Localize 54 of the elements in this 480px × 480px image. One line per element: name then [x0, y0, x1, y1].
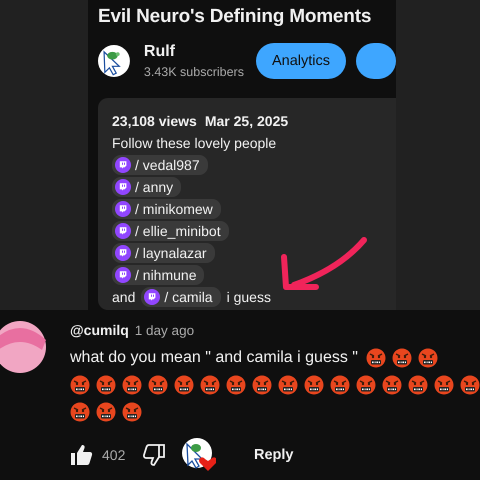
swearing-face-icon [434, 374, 454, 394]
channel-link[interactable]: / laynalazar [112, 243, 215, 263]
swearing-face-icon [70, 402, 90, 422]
subscriber-count: 3.43K subscribers [144, 65, 244, 79]
upload-date: Mar 25, 2025 [204, 113, 288, 129]
swearing-face-icon [122, 402, 142, 422]
twitch-icon [115, 201, 131, 217]
swearing-face-icon [174, 374, 194, 394]
twitch-icon [115, 157, 131, 173]
comment-time[interactable]: 1 day ago [134, 323, 194, 338]
analytics-button[interactable]: Analytics [256, 43, 346, 79]
swearing-face-icon [356, 374, 376, 394]
like-icon[interactable] [70, 443, 94, 467]
reply-button[interactable]: Reply [242, 441, 306, 469]
swearing-face-icon [382, 374, 402, 394]
channel-link[interactable]: / vedal987 [112, 155, 208, 175]
channel-link[interactable]: / nihmune [112, 265, 204, 285]
like-count: 402 [102, 447, 126, 463]
description-text: Follow these lovely people [112, 135, 276, 151]
channel-name[interactable]: Rulf [144, 43, 244, 61]
swearing-face-icon [418, 348, 438, 368]
swearing-face-icon [148, 374, 168, 394]
swearing-face-icon [70, 374, 90, 394]
swearing-face-icon [408, 374, 428, 394]
user-avatar[interactable] [0, 320, 46, 374]
button[interactable] [356, 43, 396, 79]
twitch-icon [115, 179, 131, 195]
twitch-icon [144, 289, 160, 305]
swearing-face-icon [460, 374, 480, 394]
channel-link[interactable]: / anny [112, 177, 182, 197]
swearing-face-icon [96, 402, 116, 422]
comment-text: what do you mean " and camila i guess " [70, 348, 358, 366]
video-title: Evil Neuro's Defining Moments [98, 6, 372, 28]
swearing-face-icon [392, 348, 412, 368]
swearing-face-icon [278, 374, 298, 394]
swearing-face-icon [226, 374, 246, 394]
swearing-face-icon [252, 374, 272, 394]
swearing-face-icon [366, 348, 386, 368]
swearing-face-icon [304, 374, 324, 394]
dislike-icon[interactable] [142, 443, 166, 467]
swearing-face-icon [122, 374, 142, 394]
view-count: 23,108 views [112, 113, 197, 129]
description-text: i guess [226, 289, 271, 305]
twitch-icon [115, 267, 131, 283]
swearing-face-icon [330, 374, 350, 394]
description-text: and [112, 289, 136, 305]
channel-link[interactable]: / minikomew [112, 199, 221, 219]
comment-author[interactable]: @cumilq [70, 322, 129, 338]
channel-link[interactable]: / camila [141, 287, 221, 307]
twitch-icon [115, 223, 131, 239]
swearing-face-icon [96, 374, 116, 394]
channel-link[interactable]: / ellie_minibot [112, 221, 229, 241]
swearing-face-icon [200, 374, 220, 394]
twitch-icon [115, 245, 131, 261]
